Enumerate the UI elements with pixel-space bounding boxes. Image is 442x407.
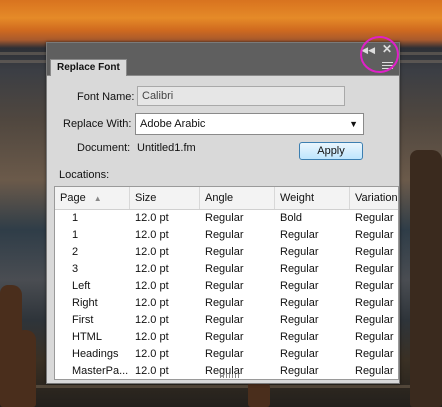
cell-angle: Regular (205, 229, 244, 241)
cell-variation: Regular (355, 229, 394, 241)
cell-page: Left (72, 280, 91, 292)
sort-ascending-icon: ▲ (93, 194, 102, 203)
panel-tab-strip: Replace Font (47, 57, 399, 76)
cell-variation: Regular (355, 246, 394, 258)
table-body: 1 12.0 pt Regular Bold Regular 1 12.0 pt Regula… (55, 210, 398, 379)
cell-angle: Regular (205, 331, 244, 343)
cell-page: 1 (72, 229, 79, 241)
document-name: Untitled1.fm (137, 142, 196, 154)
cell-angle: Regular (205, 212, 244, 224)
cell-variation: Regular (355, 263, 394, 275)
locations-table: Page ▲ Size Angle Weight Variation 1 12.0 … (54, 186, 399, 380)
cell-page: MasterPa... (72, 365, 129, 377)
cell-page: HTML (72, 331, 102, 343)
cell-size: 12.0 pt (135, 314, 169, 326)
cell-page: Right (72, 297, 98, 309)
column-header-page[interactable]: Page ▲ (55, 187, 130, 209)
cell-variation: Regular (355, 280, 394, 292)
cell-size: 12.0 pt (135, 331, 169, 343)
cell-weight: Regular (280, 348, 319, 360)
cell-size: 12.0 pt (135, 297, 169, 309)
apply-button[interactable]: Apply (299, 142, 363, 160)
table-row[interactable]: Left 12.0 pt Regular Regular Regular (55, 278, 398, 295)
replace-with-label: Replace With: (63, 118, 132, 130)
table-row[interactable]: Right 12.0 pt Regular Regular Regular (55, 295, 398, 312)
table-row[interactable]: HTML 12.0 pt Regular Regular Regular (55, 329, 398, 346)
cell-weight: Regular (280, 314, 319, 326)
locations-label: Locations: (59, 169, 110, 181)
cell-variation: Regular (355, 331, 394, 343)
cell-weight: Regular (280, 263, 319, 275)
column-header-angle[interactable]: Angle (200, 187, 275, 209)
cell-variation: Regular (355, 212, 394, 224)
column-header-size[interactable]: Size (130, 187, 200, 209)
cell-angle: Regular (205, 263, 244, 275)
panel-menu-icon[interactable] (382, 62, 393, 71)
cell-variation: Regular (355, 314, 394, 326)
cell-page: 2 (72, 246, 79, 258)
cell-angle: Regular (205, 280, 244, 292)
cell-page: First (72, 314, 94, 326)
cell-size: 12.0 pt (135, 229, 169, 241)
cell-weight: Regular (280, 331, 319, 343)
resize-grip[interactable] (220, 374, 240, 378)
font-name-field: Calibri (137, 86, 345, 106)
cell-size: 12.0 pt (135, 246, 169, 258)
table-row[interactable]: 2 12.0 pt Regular Regular Regular (55, 244, 398, 261)
cell-variation: Regular (355, 365, 394, 377)
cell-angle: Regular (205, 297, 244, 309)
cell-size: 12.0 pt (135, 263, 169, 275)
double-chevron-left-icon[interactable]: ◀◀ (361, 44, 375, 56)
tab-replace-font[interactable]: Replace Font (50, 59, 127, 76)
cell-size: 12.0 pt (135, 365, 169, 377)
chevron-down-icon: ▼ (349, 119, 358, 129)
cell-angle: Regular (205, 314, 244, 326)
cell-weight: Regular (280, 229, 319, 241)
table-row[interactable]: 1 12.0 pt Regular Regular Regular (55, 227, 398, 244)
cell-page: 1 (72, 212, 79, 224)
replace-with-value: Adobe Arabic (140, 118, 206, 130)
cell-weight: Bold (280, 212, 303, 224)
cell-size: 12.0 pt (135, 348, 169, 360)
cell-angle: Regular (205, 348, 244, 360)
cell-angle: Regular (205, 246, 244, 258)
close-icon[interactable]: ✕ (382, 43, 392, 56)
cell-weight: Regular (280, 246, 319, 258)
cell-page: Headings (72, 348, 119, 360)
table-header: Page ▲ Size Angle Weight Variation (55, 187, 398, 210)
cell-variation: Regular (355, 348, 394, 360)
font-name-label: Font Name: (77, 91, 135, 103)
cell-weight: Regular (280, 297, 319, 309)
replace-font-panel: ◀◀ ✕ Replace Font Font Name: Calibri Rep… (46, 42, 400, 384)
cell-weight: Regular (280, 280, 319, 292)
table-row[interactable]: Headings 12.0 pt Regular Regular Regular (55, 346, 398, 363)
table-row[interactable]: 3 12.0 pt Regular Regular Regular (55, 261, 398, 278)
replace-with-select[interactable]: Adobe Arabic ▼ (135, 113, 364, 135)
cell-weight: Regular (280, 365, 319, 377)
column-header-weight[interactable]: Weight (275, 187, 350, 209)
table-row[interactable]: First 12.0 pt Regular Regular Regular (55, 312, 398, 329)
table-row[interactable]: 1 12.0 pt Regular Bold Regular (55, 210, 398, 227)
document-label: Document: (77, 142, 131, 154)
cell-page: 3 (72, 263, 79, 275)
cell-variation: Regular (355, 297, 394, 309)
column-header-variation[interactable]: Variation (350, 187, 398, 209)
panel-titlebar[interactable]: ◀◀ ✕ (47, 43, 399, 57)
cell-size: 12.0 pt (135, 280, 169, 292)
cell-size: 12.0 pt (135, 212, 169, 224)
